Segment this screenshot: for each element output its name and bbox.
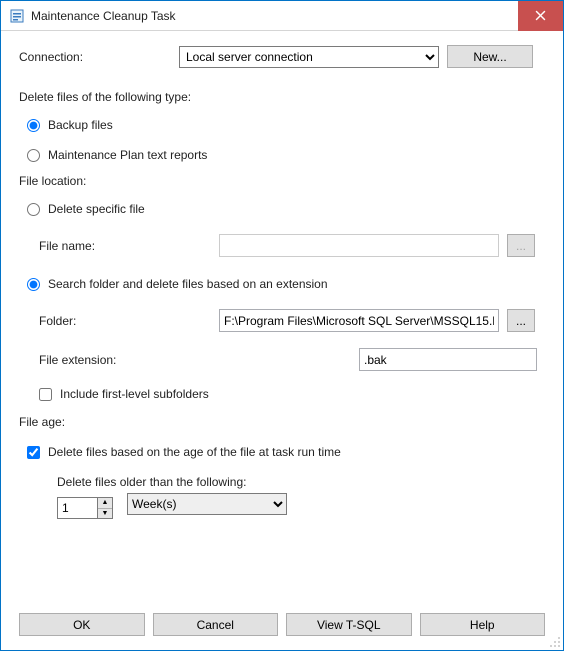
dialog-window: Maintenance Cleanup Task Connection: Loc… [0,0,564,651]
new-connection-button[interactable]: New... [447,45,533,68]
delete-type-heading: Delete files of the following type: [19,90,545,104]
radio-search-folder-label: Search folder and delete files based on … [48,277,328,291]
include-subfolders-label: Include first-level subfolders [60,387,209,401]
close-button[interactable] [518,1,563,31]
radio-search-folder[interactable]: Search folder and delete files based on … [27,277,545,291]
older-than-label: Delete files older than the following: [57,475,545,489]
radio-text-reports-input[interactable] [27,149,40,162]
window-title: Maintenance Cleanup Task [31,9,518,23]
radio-text-reports[interactable]: Maintenance Plan text reports [27,148,545,162]
folder-row: Folder: ... [39,309,545,332]
radio-delete-specific-label: Delete specific file [48,202,145,216]
filename-input [219,234,499,257]
filename-label: File name: [39,239,219,253]
cancel-button[interactable]: Cancel [153,613,279,636]
close-icon [535,10,546,21]
radio-backup-files-label: Backup files [48,118,113,132]
age-spin-up[interactable]: ▲ [98,498,112,509]
delete-by-age-check[interactable]: Delete files based on the age of the fil… [27,445,545,459]
radio-backup-files-input[interactable] [27,119,40,132]
radio-search-folder-input[interactable] [27,278,40,291]
age-unit-select[interactable]: Week(s) [127,493,287,515]
titlebar: Maintenance Cleanup Task [1,1,563,31]
extension-input[interactable] [359,348,537,371]
include-subfolders-check[interactable]: Include first-level subfolders [39,387,545,401]
folder-browse-button[interactable]: ... [507,309,535,332]
include-subfolders-checkbox[interactable] [39,388,52,401]
radio-backup-files[interactable]: Backup files [27,118,545,132]
extension-row: File extension: [39,348,545,371]
file-location-heading: File location: [19,174,545,188]
radio-delete-specific-input[interactable] [27,203,40,216]
delete-by-age-label: Delete files based on the age of the fil… [48,445,341,459]
footer: OK Cancel View T-SQL Help [19,603,545,642]
view-tsql-button[interactable]: View T-SQL [286,613,412,636]
radio-text-reports-label: Maintenance Plan text reports [48,148,207,162]
connection-label: Connection: [19,50,179,64]
ok-button[interactable]: OK [19,613,145,636]
connection-row: Connection: Local server connection New.… [19,45,545,68]
filename-browse-button: ... [507,234,535,257]
extension-label: File extension: [39,353,219,367]
age-number-spinner[interactable]: ▲ ▼ [57,497,113,519]
delete-by-age-checkbox[interactable] [27,446,40,459]
file-age-heading: File age: [19,415,545,429]
age-number-input[interactable] [57,497,97,519]
folder-label: Folder: [39,314,219,328]
help-button[interactable]: Help [420,613,546,636]
age-spin-down[interactable]: ▼ [98,509,112,519]
filename-row: File name: ... [39,234,545,257]
dialog-content: Connection: Local server connection New.… [1,31,563,650]
folder-input[interactable] [219,309,499,332]
app-icon [9,8,25,24]
radio-delete-specific[interactable]: Delete specific file [27,202,545,216]
resize-grip-icon [549,636,561,648]
connection-select[interactable]: Local server connection [179,46,439,68]
